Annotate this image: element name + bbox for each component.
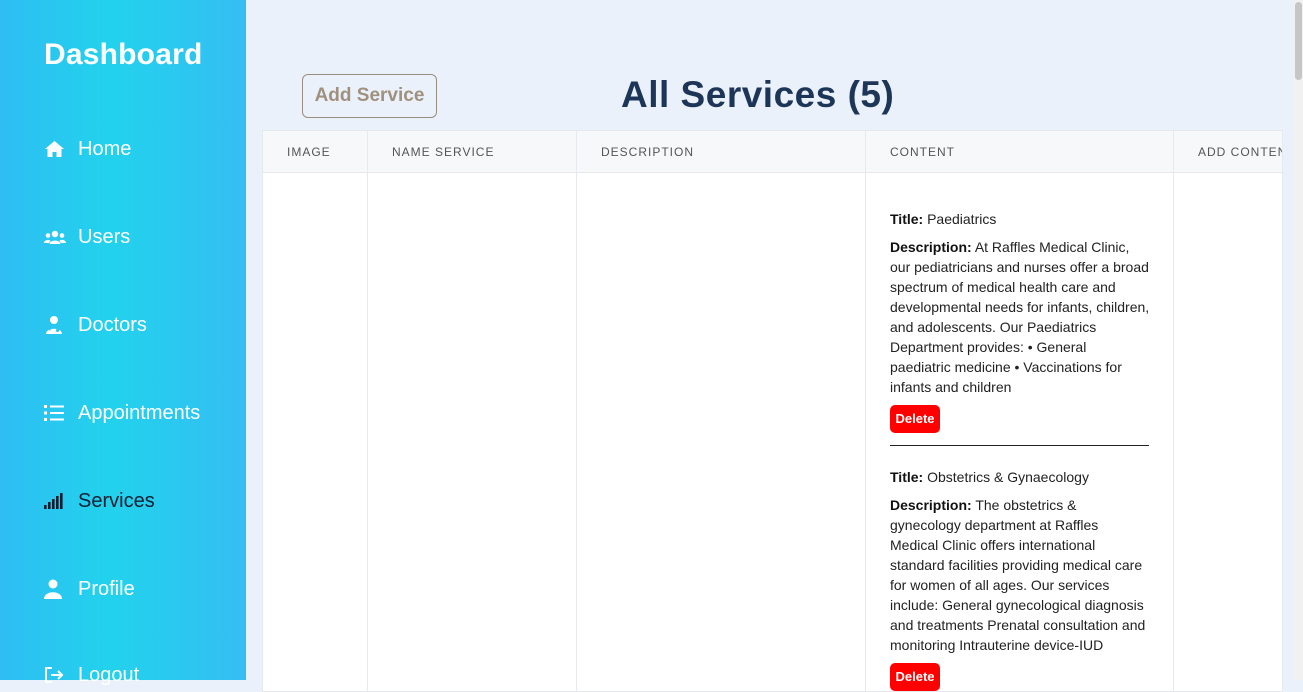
logout-icon [44,664,66,686]
sidebar-item-label: Appointments [78,401,201,424]
description-value: At Raffles Medical Clinic, our pediatric… [890,239,1150,395]
sidebar-item-appointments[interactable]: Appointments [44,398,200,428]
description-label: Description: [890,497,972,513]
sidebar-item-doctors[interactable]: Doctors [44,310,147,340]
entry-separator [890,445,1149,446]
column-divider [865,131,866,691]
column-header-add-content: ADD CONTENT [1198,144,1282,159]
list-icon [44,402,66,424]
signal-icon [44,490,66,512]
entry-description: Description: At Raffles Medical Clinic, … [890,237,1150,397]
title-label: Title: [890,469,924,485]
description-label: Description: [890,239,972,255]
column-header-name-service: NAME SERVICE [392,144,495,159]
content-entry: Title: Obstetrics & Gynaecology Descript… [890,467,1150,691]
content-entry: Title: Paediatrics Description: At Raffl… [890,209,1150,433]
users-icon [44,226,66,248]
sidebar-item-label: Services [78,489,155,512]
brand-title: Dashboard [44,38,203,71]
column-header-content: CONTENT [890,144,955,159]
user-icon [44,578,66,600]
sidebar-item-label: Doctors [78,313,147,336]
sidebar-item-profile[interactable]: Profile [44,574,135,604]
sidebar-item-label: Home [78,137,132,160]
delete-button[interactable]: Delete [890,663,940,691]
sidebar-item-services[interactable]: Services [44,486,155,516]
title-value: Obstetrics & Gynaecology [927,469,1089,485]
title-value: Paediatrics [927,211,997,227]
description-value: The obstetrics & gynecology department a… [890,497,1146,653]
table-header: IMAGE NAME SERVICE DESCRIPTION CONTENT A… [263,131,1282,173]
sidebar-item-home[interactable]: Home [44,134,131,164]
column-header-description: DESCRIPTION [601,144,695,159]
sidebar: Dashboard Home Users Doctors Appointment… [0,0,246,686]
column-header-image: IMAGE [287,144,331,159]
title-label: Title: [890,211,924,227]
entry-title: Title: Obstetrics & Gynaecology [890,467,1150,487]
sidebar-item-logout[interactable]: Logout [44,660,139,690]
sidebar-item-label: Logout [78,663,140,686]
home-icon [44,138,66,160]
sidebar-item-users[interactable]: Users [44,222,130,252]
add-service-button[interactable]: Add Service [302,74,437,118]
column-divider [1173,131,1174,691]
delete-button[interactable]: Delete [890,405,940,433]
column-divider [367,131,368,691]
column-divider [576,131,577,691]
services-table: IMAGE NAME SERVICE DESCRIPTION CONTENT A… [262,130,1283,692]
entry-title: Title: Paediatrics [890,209,1150,229]
entry-description: Description: The obstetrics & gynecology… [890,495,1150,655]
sidebar-item-label: Profile [78,577,135,600]
content-cell: Title: Paediatrics Description: At Raffl… [890,209,1150,691]
vertical-scrollbar[interactable] [1294,0,1303,680]
doctor-icon [44,314,66,336]
page-title: All Services (5) [621,74,895,115]
scrollbar-thumb[interactable] [1295,2,1302,80]
sidebar-item-label: Users [78,225,131,248]
